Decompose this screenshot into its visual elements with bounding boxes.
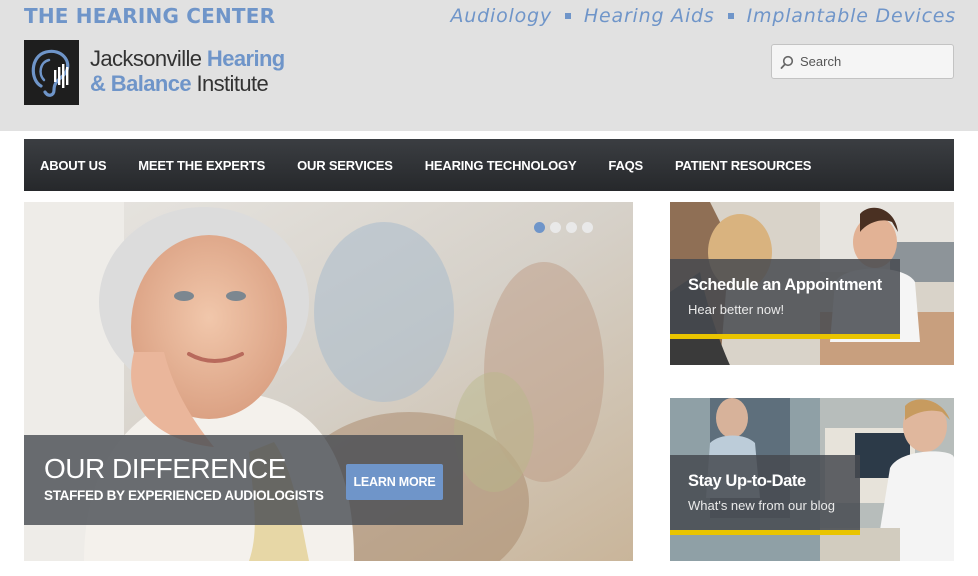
top-link-hearing-aids[interactable]: Hearing Aids [584,5,715,27]
top-link-implantable-devices[interactable]: Implantable Devices [747,5,956,27]
card-caption: Stay Up-to-Date What's new from our blog [670,455,860,535]
card-schedule-appointment[interactable]: Schedule an Appointment Hear better now! [670,202,954,365]
brand-title[interactable]: THE HEARING CENTER [24,4,275,28]
card-subtitle: Hear better now! [688,302,785,317]
logo-text-hearing: Hearing [206,46,285,71]
card-title[interactable]: Stay Up-to-Date [688,472,806,491]
hero-slider[interactable]: OUR DIFFERENCE STAFFED BY EXPERIENCED AU… [24,202,633,561]
slider-dots [534,222,593,233]
nav-about-us[interactable]: ABOUT US [40,158,106,173]
separator-square [727,13,734,19]
logo-text-balance: & Balance [90,71,192,96]
nav-our-services[interactable]: OUR SERVICES [297,158,393,173]
nav-hearing-technology[interactable]: HEARING TECHNOLOGY [425,158,577,173]
search-icon [780,55,794,69]
nav-meet-the-experts[interactable]: MEET THE EXPERTS [138,158,265,173]
nav-faqs[interactable]: FAQS [608,158,643,173]
search-input[interactable] [800,54,950,69]
card-title[interactable]: Schedule an Appointment [688,276,882,295]
card-stay-up-to-date[interactable]: Stay Up-to-Date What's new from our blog [670,398,954,561]
separator-square [564,13,571,19]
learn-more-button[interactable]: LEARN MORE [346,464,443,500]
ear-logo-icon[interactable] [24,40,79,105]
hero-subtitle: STAFFED BY EXPERIENCED AUDIOLOGISTS [44,488,324,503]
slider-dot[interactable] [566,222,577,233]
nav-patient-resources[interactable]: PATIENT RESOURCES [675,158,811,173]
logo-text-line1[interactable]: Jacksonville Hearing [90,46,285,72]
top-links: Audiology Hearing Aids Implantable Devic… [451,5,957,27]
card-subtitle: What's new from our blog [688,498,835,513]
card-caption: Schedule an Appointment Hear better now! [670,259,900,339]
slider-dot[interactable] [534,222,545,233]
top-link-audiology[interactable]: Audiology [451,5,552,27]
main-nav: ABOUT US MEET THE EXPERTS OUR SERVICES H… [24,139,954,191]
hero-title: OUR DIFFERENCE [44,453,286,484]
slider-dot[interactable] [582,222,593,233]
logo-text-institute: Institute [190,71,269,96]
logo-text-line2[interactable]: & Balance Institute [90,71,269,97]
hero-caption: OUR DIFFERENCE STAFFED BY EXPERIENCED AU… [24,435,463,525]
slider-dot[interactable] [550,222,561,233]
logo-text-jacksonville: Jacksonville [90,46,207,71]
search-box[interactable] [771,44,954,79]
